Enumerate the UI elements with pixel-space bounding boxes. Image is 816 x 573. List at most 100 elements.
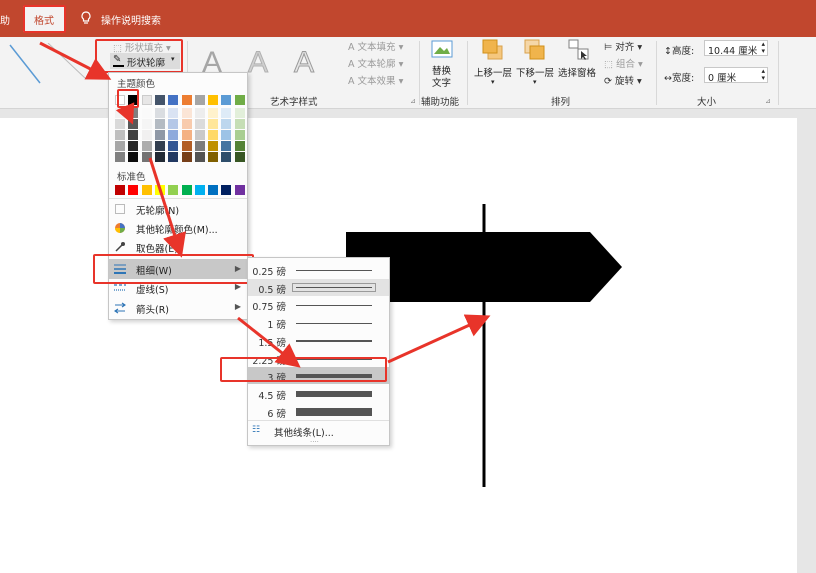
theme-color-swatch[interactable] [234,130,245,140]
theme-color-swatch[interactable] [194,108,205,118]
width-input[interactable]: 0 厘米 ▴ ▾ [704,67,768,84]
text-outline-button[interactable]: A 文本轮廓 ▾ [348,56,403,70]
theme-color-swatch[interactable] [221,119,232,129]
theme-color-swatch[interactable] [141,141,152,151]
theme-color-swatch[interactable] [128,141,139,151]
theme-color-swatch[interactable] [128,95,139,105]
theme-color-swatch[interactable] [208,108,219,118]
dashes-item[interactable]: 虚线(S) ▶ [109,279,247,297]
selection-pane-button[interactable]: 选择窗格 [558,39,600,91]
theme-color-swatch[interactable] [168,141,179,151]
theme-color-swatch[interactable] [208,141,219,151]
wordart-style-2[interactable]: A [247,46,268,80]
arrows-item[interactable]: 箭头(R) ▶ [109,299,247,317]
theme-color-swatch[interactable] [181,95,192,105]
theme-color-swatch[interactable] [154,119,165,129]
standard-color-swatch[interactable] [141,185,152,195]
theme-color-swatch[interactable] [115,119,125,129]
theme-color-swatch[interactable] [181,130,192,140]
weight-option[interactable]: 0.25 磅 [248,261,389,278]
text-effect-button[interactable]: A 文本效果 ▾ [348,73,403,87]
theme-color-swatch[interactable] [208,95,219,105]
theme-color-swatch[interactable] [208,119,219,129]
theme-color-swatch[interactable] [168,119,179,129]
theme-color-swatch[interactable] [154,130,165,140]
theme-color-swatch[interactable] [154,108,165,118]
wordart-style-3[interactable]: A [293,46,314,80]
theme-color-swatch[interactable] [168,130,179,140]
weight-option[interactable]: 0.75 磅 [248,296,389,313]
weight-option[interactable]: 6 磅 [248,403,389,420]
standard-color-swatch[interactable] [234,185,245,195]
no-outline-item[interactable]: 无轮廓(N) [109,200,247,218]
weight-option[interactable]: 1.5 磅 [248,332,389,349]
weight-option[interactable]: 0.5 磅 [248,278,389,296]
theme-color-swatch[interactable] [208,130,219,140]
text-fill-button[interactable]: A 文本填充 ▾ [348,39,403,53]
theme-color-swatch[interactable] [194,141,205,151]
theme-color-swatch[interactable] [168,95,179,105]
weight-option[interactable]: 4.5 磅 [248,385,389,402]
weight-option[interactable]: 2.25 磅 [248,350,389,367]
align-button[interactable]: ⊨ 对齐 ▾ [604,39,642,53]
theme-color-swatch[interactable] [234,119,245,129]
standard-color-swatch[interactable] [221,185,232,195]
theme-color-swatch[interactable] [141,119,152,129]
standard-color-swatch[interactable] [208,185,219,195]
theme-color-swatch[interactable] [141,108,152,118]
theme-color-swatch[interactable] [115,108,125,118]
more-lines-item[interactable]: ☷ 其他线条(L)... [248,423,389,439]
theme-color-swatch[interactable] [168,108,179,118]
shape-gallery[interactable] [8,43,98,87]
theme-color-swatch[interactable] [234,108,245,118]
theme-color-swatch[interactable] [115,95,125,105]
theme-color-swatch[interactable] [154,152,165,162]
theme-color-swatch[interactable] [168,152,179,162]
standard-color-swatch[interactable] [115,185,125,195]
theme-color-swatch[interactable] [221,108,232,118]
theme-color-swatch[interactable] [234,152,245,162]
dialog-launcher-icon[interactable]: ⊿ [410,97,416,105]
tab-help[interactable]: 助 [0,12,10,27]
standard-color-swatch[interactable] [128,185,139,195]
theme-color-swatch[interactable] [221,130,232,140]
bring-forward-button[interactable]: 上移一层 ▾ [474,39,514,91]
theme-color-swatch[interactable] [181,108,192,118]
tab-format[interactable]: 格式 [23,6,65,32]
rotate-button[interactable]: ⟳ 旋转 ▾ [604,73,642,87]
theme-color-swatch[interactable] [181,152,192,162]
group-button[interactable]: ⬚ 组合 ▾ [604,56,643,70]
theme-color-swatch[interactable] [141,130,152,140]
theme-color-swatch[interactable] [141,152,152,162]
shape-fill-button[interactable]: ⬚ 形状填充 ▾ [113,40,171,54]
resize-grip-icon[interactable]: ···· [310,438,319,446]
theme-color-swatch[interactable] [208,152,219,162]
theme-color-swatch[interactable] [221,95,232,105]
width-spinner[interactable]: ▴ ▾ [761,68,765,82]
theme-color-swatch[interactable] [115,141,125,151]
send-backward-button[interactable]: 下移一层 ▾ [516,39,556,91]
standard-color-swatch[interactable] [194,185,205,195]
eyedropper-item[interactable]: 取色器(E) [109,238,247,256]
theme-color-swatch[interactable] [141,95,152,105]
alt-text-button[interactable]: 替换 文字 [428,39,458,91]
theme-color-swatch[interactable] [221,152,232,162]
theme-color-swatch[interactable] [234,95,245,105]
theme-color-swatch[interactable] [194,95,205,105]
standard-color-swatch[interactable] [168,185,179,195]
theme-color-swatch[interactable] [128,130,139,140]
theme-color-swatch[interactable] [154,141,165,151]
weight-item[interactable]: 粗细(W) ▶ [109,259,247,279]
weight-option[interactable]: 3 磅 [248,367,389,385]
theme-color-swatch[interactable] [154,95,165,105]
theme-color-swatch[interactable] [181,119,192,129]
shape-outline-button[interactable]: ✎ 形状轮廓 ▾ [110,53,180,69]
theme-color-swatch[interactable] [194,152,205,162]
height-spinner[interactable]: ▴ ▾ [761,41,765,55]
theme-color-swatch[interactable] [128,119,139,129]
theme-color-swatch[interactable] [194,130,205,140]
size-dialog-launcher-icon[interactable]: ⊿ [765,97,771,105]
theme-color-swatch[interactable] [128,152,139,162]
standard-color-swatch[interactable] [154,185,165,195]
weight-option[interactable]: 1 磅 [248,314,389,331]
